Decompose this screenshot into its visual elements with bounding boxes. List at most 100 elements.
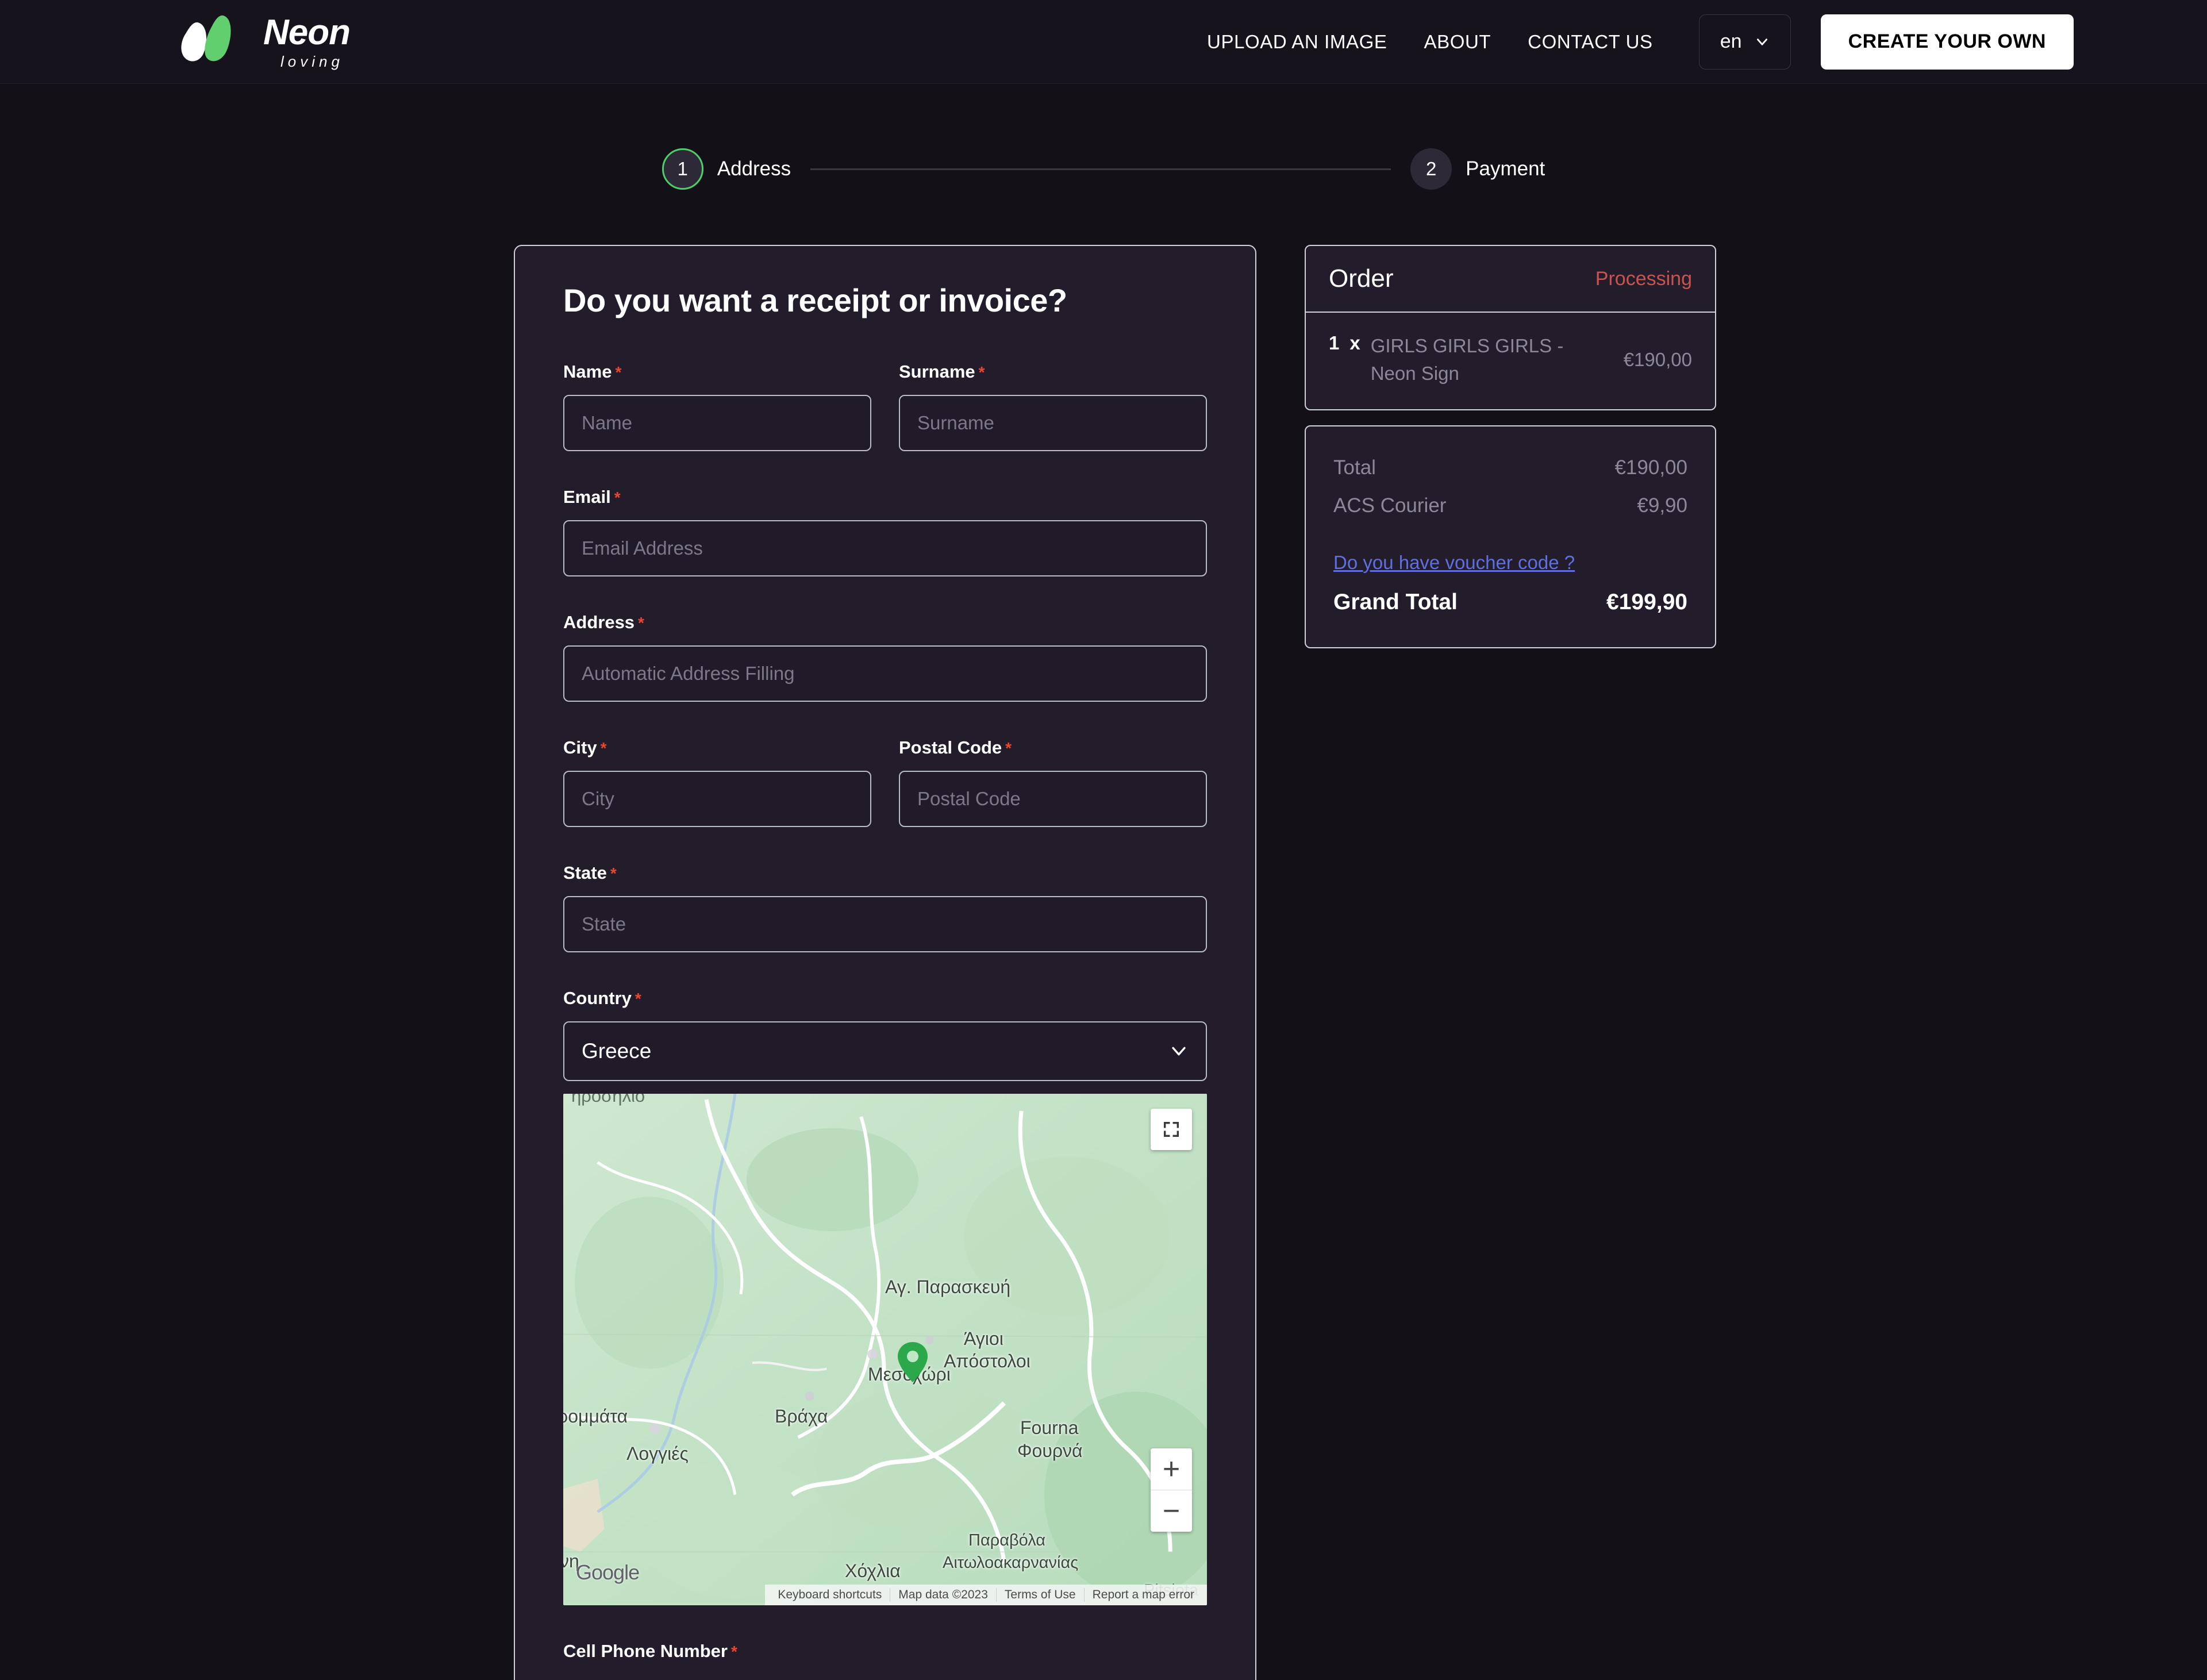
- step-address-number: 1: [662, 148, 703, 190]
- field-state-label-text: State: [563, 863, 607, 883]
- google-logo: Google: [576, 1560, 640, 1584]
- required-asterisk: *: [638, 614, 644, 632]
- map-zoom-in-button[interactable]: +: [1151, 1448, 1192, 1490]
- required-asterisk: *: [615, 363, 622, 381]
- field-city: City *: [563, 737, 871, 827]
- name-surname-row: Name* Surname*: [563, 362, 1207, 451]
- grand-total-label: Grand Total: [1333, 589, 1458, 614]
- city-postal-row: City* Postal Code*: [563, 737, 1207, 827]
- surname-input[interactable]: [899, 395, 1207, 451]
- totals-panel: Total €190,00 ACS Courier €9,90 Do you h…: [1305, 425, 1716, 648]
- nav-contact-us[interactable]: CONTACT US: [1509, 31, 1671, 53]
- map-keyboard-shortcuts-link[interactable]: Keyboard shortcuts: [770, 1588, 891, 1602]
- required-asterisk: *: [600, 739, 607, 757]
- map-terms-of-use-link[interactable]: Terms of Use: [997, 1588, 1085, 1602]
- field-state-label: State *: [563, 863, 1207, 883]
- postal-code-input[interactable]: [899, 771, 1207, 827]
- field-name-label-text: Name: [563, 362, 612, 382]
- field-postal-code-label-text: Postal Code: [899, 737, 1002, 758]
- field-country-label-text: Country: [563, 988, 632, 1008]
- map-tiles: [563, 1094, 1207, 1604]
- map-attribution-bar: Keyboard shortcuts Map data ©2023 Terms …: [765, 1585, 1207, 1605]
- order-line-item-description: 1 x GIRLS GIRLS GIRLS - Neon Sign: [1329, 332, 1601, 387]
- email-input[interactable]: [563, 520, 1207, 576]
- site-header: Neon loving UPLOAD AN IMAGE ABOUT CONTAC…: [0, 0, 2207, 84]
- grand-total-row: Grand Total €199,90: [1333, 590, 1687, 615]
- stepper-connector-line: [810, 168, 1391, 170]
- logo-tagline: loving: [280, 52, 344, 70]
- nav-about[interactable]: ABOUT: [1405, 31, 1509, 53]
- form-title: Do you want a receipt or invoice?: [563, 282, 1067, 318]
- map-clipped-label: ηροσήλιο: [571, 1094, 645, 1106]
- field-country: Country * Greece: [563, 988, 1207, 1081]
- order-item-price: €190,00: [1623, 348, 1692, 370]
- field-email-label: Email *: [563, 487, 1207, 508]
- required-asterisk: *: [610, 864, 617, 882]
- fullscreen-icon: [1163, 1121, 1179, 1137]
- chevron-down-icon: [1172, 1047, 1186, 1056]
- field-surname: Surname *: [899, 362, 1207, 451]
- logo-name: Neon: [263, 12, 351, 52]
- field-address-label: Address *: [563, 612, 1207, 633]
- grand-total-value: €199,90: [1606, 589, 1687, 614]
- address-form-card: Do you want a receipt or invoice? Name * …: [514, 245, 1256, 1680]
- field-address-label-text: Address: [563, 612, 635, 632]
- field-postal-code-label: Postal Code *: [899, 737, 1207, 758]
- country-row: Country * Greece: [563, 988, 1207, 1081]
- address-map[interactable]: ηροσήλιο Αγ. Παρασκευή Άγιοι Απόστολοι Μ…: [563, 1094, 1207, 1605]
- map-data-credit: Map data ©2023: [890, 1588, 997, 1602]
- order-panel-header: Order Processing: [1306, 246, 1715, 313]
- field-email: Email *: [563, 487, 1207, 576]
- step-address-label: Address: [717, 157, 791, 180]
- state-input[interactable]: [563, 896, 1207, 952]
- state-row: State *: [563, 863, 1207, 952]
- field-state: State *: [563, 863, 1207, 952]
- field-cell-phone: Cell Phone Number *: [563, 1641, 1207, 1680]
- city-input[interactable]: [563, 771, 871, 827]
- field-surname-label: Surname *: [899, 362, 1207, 382]
- create-your-own-button[interactable]: CREATE YOUR OWN: [1820, 14, 2074, 70]
- total-row-subtotal: Total €190,00: [1333, 456, 1687, 479]
- order-status-badge: Processing: [1595, 267, 1692, 290]
- order-panel: Order Processing 1 x GIRLS GIRLS GIRLS -…: [1305, 245, 1716, 410]
- country-select[interactable]: Greece: [563, 1021, 1207, 1081]
- order-item-multiplier: x: [1349, 332, 1360, 353]
- required-asterisk: *: [1005, 739, 1012, 757]
- step-address[interactable]: 1 Address: [662, 148, 791, 190]
- step-payment-label: Payment: [1466, 157, 1545, 180]
- total-value: €190,00: [1614, 456, 1687, 479]
- field-city-label-text: City: [563, 737, 597, 758]
- email-row: Email *: [563, 487, 1207, 576]
- step-payment-number: 2: [1410, 148, 1452, 190]
- logo[interactable]: Neon loving: [178, 12, 351, 72]
- required-asterisk: *: [730, 1643, 737, 1660]
- language-selector[interactable]: en: [1698, 14, 1791, 70]
- voucher-code-link[interactable]: Do you have voucher code ?: [1333, 552, 1575, 574]
- totals-body: Total €190,00 ACS Courier €9,90 Do you h…: [1306, 426, 1715, 647]
- nav-upload-an-image[interactable]: UPLOAD AN IMAGE: [1189, 31, 1405, 53]
- map-location-pin-icon: [898, 1342, 928, 1382]
- map-zoom-out-button[interactable]: −: [1151, 1490, 1192, 1532]
- map-zoom-controls: + −: [1151, 1448, 1192, 1532]
- field-city-label: City *: [563, 737, 871, 758]
- step-payment[interactable]: 2 Payment: [1410, 148, 1545, 190]
- required-asterisk: *: [635, 990, 641, 1008]
- name-input[interactable]: [563, 395, 871, 451]
- address-input[interactable]: [563, 645, 1207, 702]
- field-country-label: Country *: [563, 988, 1207, 1009]
- map-report-error-link[interactable]: Report a map error: [1085, 1588, 1202, 1602]
- map-fullscreen-button[interactable]: [1151, 1109, 1192, 1150]
- field-name: Name *: [563, 362, 871, 451]
- order-line-item: 1 x GIRLS GIRLS GIRLS - Neon Sign €190,0…: [1306, 313, 1715, 409]
- chevron-down-icon: [1756, 38, 1767, 45]
- required-asterisk: *: [614, 489, 621, 506]
- address-row: Address *: [563, 612, 1207, 702]
- language-selector-value: en: [1720, 30, 1742, 52]
- main-navigation: UPLOAD AN IMAGE ABOUT CONTACT US en CREA…: [1189, 14, 2074, 70]
- field-cell-phone-label-text: Cell Phone Number: [563, 1641, 728, 1661]
- field-name-label: Name *: [563, 362, 871, 382]
- order-item-quantity: 1: [1329, 332, 1340, 353]
- required-asterisk: *: [978, 363, 985, 381]
- checkout-stepper: 1 Address 2 Payment: [0, 148, 2207, 190]
- order-item-name: GIRLS GIRLS GIRLS - Neon Sign: [1370, 335, 1564, 384]
